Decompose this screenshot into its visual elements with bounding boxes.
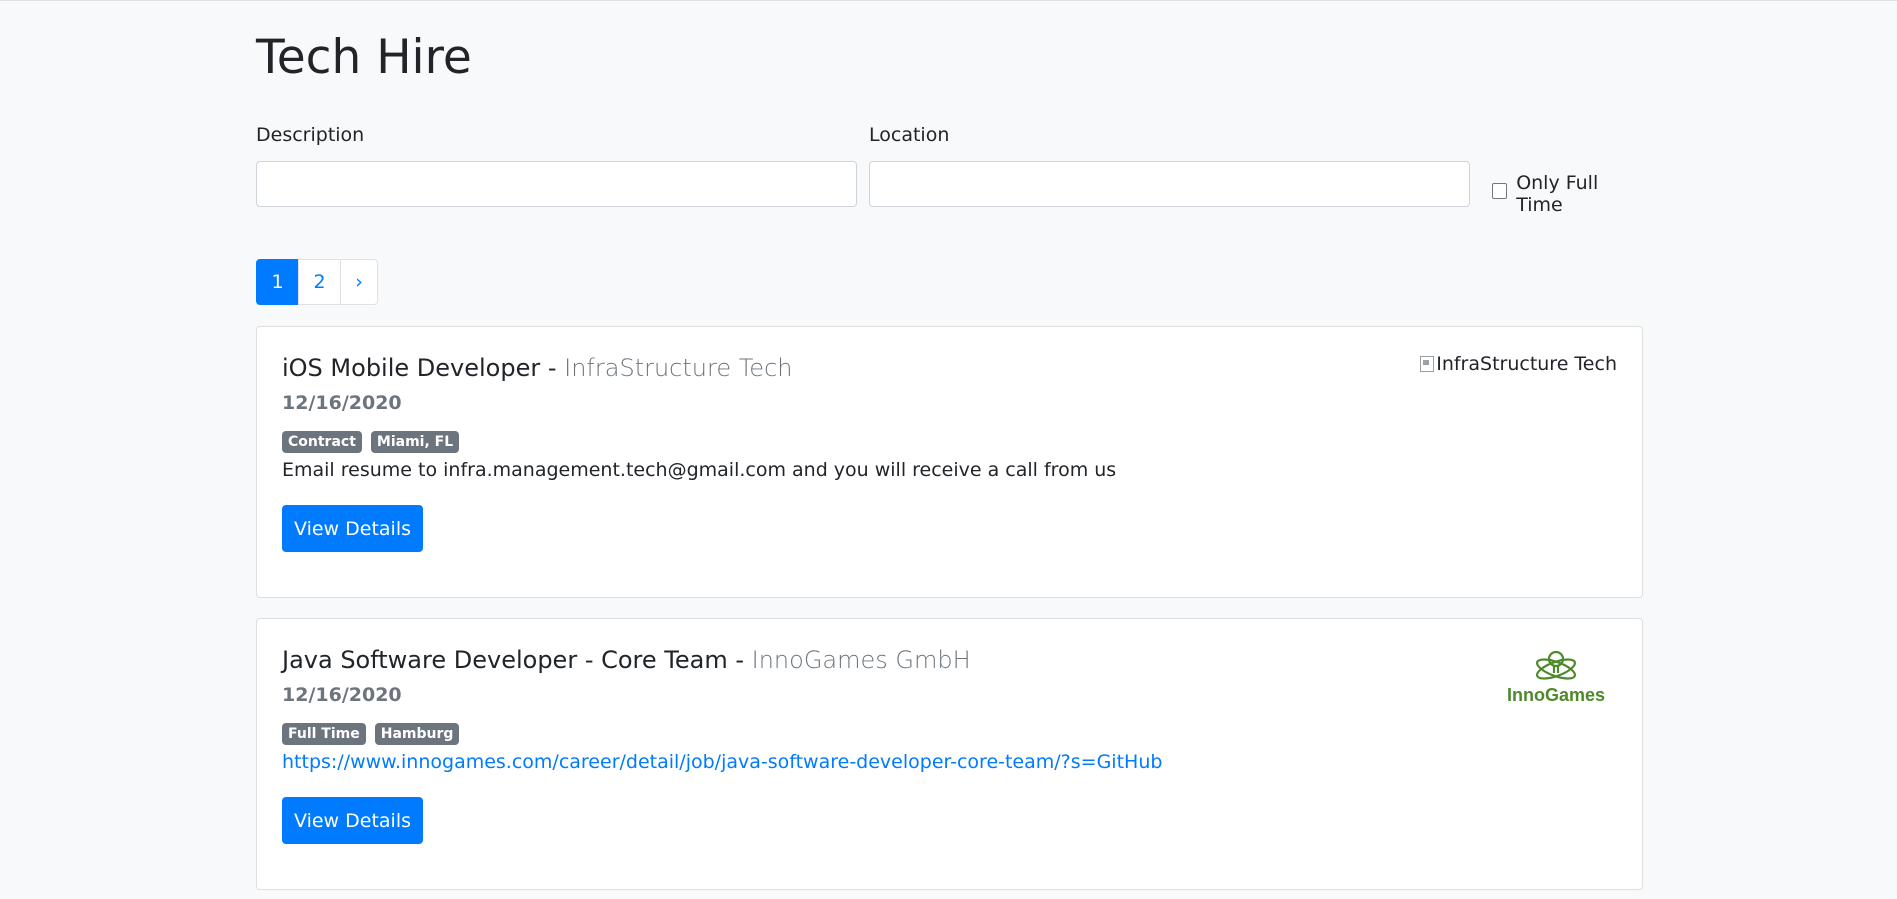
description-label: Description [256,124,365,146]
job-type-badge: Full Time [282,723,366,745]
job-description: Email resume to infra.management.tech@gm… [282,459,1117,481]
page-2-button[interactable]: 2 [298,259,341,305]
page-title: Tech Hire [256,30,472,85]
job-title-text: iOS Mobile Developer - [282,354,565,382]
job-date: 12/16/2020 [282,684,402,706]
broken-image-icon [1420,356,1435,372]
job-location-badge: Miami, FL [370,431,460,453]
job-company: InfraStructure Tech [564,354,793,382]
job-card: iOS Mobile Developer - InfraStructure Te… [256,326,1643,598]
job-description-link[interactable]: https://www.innogames.com/career/detail/… [282,751,1162,773]
job-type-badge: Contract [282,431,362,453]
job-date: 12/16/2020 [282,392,402,414]
job-title-text: Java Software Developer - Core Team - [282,646,752,674]
innogames-logo-text: InnoGames [1507,685,1605,705]
company-logo-alt-text: InfraStructure Tech [1436,353,1617,375]
job-location-badge: Hamburg [374,723,460,745]
fulltime-checkbox[interactable] [1492,183,1508,199]
job-company: InnoGames GmbH [751,646,971,674]
fulltime-toggle[interactable]: Only Full Time [1492,172,1643,216]
job-card: Java Software Developer - Core Team - In… [256,618,1643,890]
view-details-button[interactable]: View Details [282,797,423,844]
location-label: Location [869,124,950,146]
location-input[interactable] [869,161,1470,207]
company-logo: InfraStructure Tech [1420,353,1617,375]
job-badges: Contract Miami, FL [282,431,460,453]
job-title: iOS Mobile Developer - InfraStructure Te… [282,354,792,382]
view-details-button[interactable]: View Details [282,505,423,552]
pagination: 1 2 › [256,259,378,305]
next-page-button[interactable]: › [340,259,378,305]
fulltime-label: Only Full Time [1516,172,1599,216]
description-input[interactable] [256,161,857,207]
job-badges: Full Time Hamburg [282,723,460,745]
innogames-logo: InnoGames [1507,650,1605,705]
page-1-button[interactable]: 1 [256,259,299,305]
top-border [0,0,1897,1]
job-title: Java Software Developer - Core Team - In… [282,646,971,674]
